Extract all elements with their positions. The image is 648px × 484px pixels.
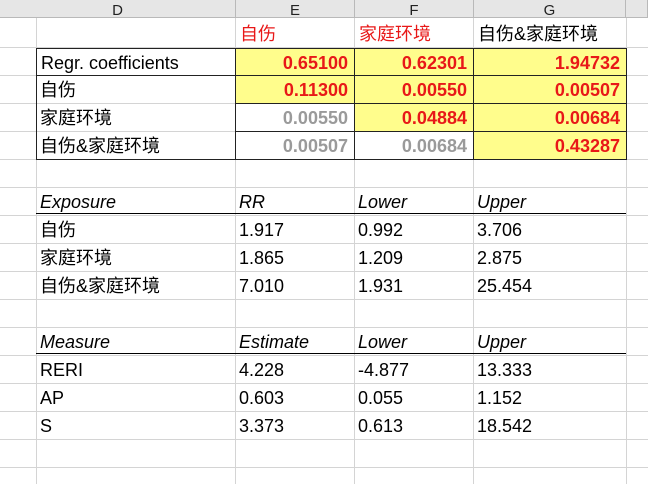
measure-row-label[interactable]: AP [36, 384, 235, 412]
coef-cell[interactable]: 0.00507 [473, 75, 627, 104]
measure-cell[interactable]: 13.333 [473, 356, 626, 384]
measure-header[interactable]: Measure [36, 328, 235, 356]
exposure-cell[interactable]: 1.209 [354, 244, 473, 272]
measure-header[interactable]: Lower [354, 328, 473, 356]
column-header-h[interactable] [626, 0, 648, 18]
measure-row-label[interactable]: S [36, 412, 235, 440]
exposure-row-label[interactable]: 家庭环境 [36, 244, 235, 272]
exposure-cell[interactable]: 25.454 [473, 272, 626, 300]
measure-cell[interactable]: 0.603 [235, 384, 354, 412]
coef-cell[interactable]: 0.00684 [354, 131, 474, 160]
coef-cell[interactable]: 1.94732 [473, 48, 627, 76]
coef-row-label[interactable]: 自伤 [36, 76, 236, 104]
coef-cell[interactable]: 0.00507 [235, 131, 355, 160]
measure-header[interactable]: Estimate [235, 328, 354, 356]
column-header-f[interactable]: F [355, 0, 474, 19]
coef-row-label[interactable]: 家庭环境 [36, 104, 236, 132]
measure-header[interactable]: Upper [473, 328, 626, 356]
measure-cell[interactable]: 4.228 [235, 356, 354, 384]
measure-cell[interactable]: 3.373 [235, 412, 354, 440]
exposure-cell[interactable]: 1.931 [354, 272, 473, 300]
measure-cell[interactable]: 0.613 [354, 412, 473, 440]
coef-cell[interactable]: 0.00550 [354, 75, 474, 104]
coef-row-label[interactable]: Regr. coefficients [36, 48, 236, 76]
exposure-row-label[interactable]: 自伤 [36, 216, 235, 244]
column-header-d[interactable]: D [0, 0, 236, 19]
coef-cell[interactable]: 0.00684 [473, 103, 627, 132]
box-border [36, 159, 236, 160]
exposure-header[interactable]: Exposure [36, 188, 235, 216]
exposure-header[interactable]: RR [235, 188, 354, 216]
measure-cell[interactable]: 0.055 [354, 384, 473, 412]
exposure-cell[interactable]: 0.992 [354, 216, 473, 244]
exposure-header[interactable]: Upper [473, 188, 626, 216]
grid-line [0, 467, 648, 468]
spreadsheet-grid[interactable]: D E F G 自伤 家庭环境 自伤&家庭环境 Regr. coefficien… [0, 0, 648, 484]
measure-row-label[interactable]: RERI [36, 356, 235, 384]
measure-cell[interactable]: -4.877 [354, 356, 473, 384]
coef-header-f[interactable]: 家庭环境 [355, 20, 473, 48]
measure-cell[interactable]: 1.152 [473, 384, 626, 412]
box-border [36, 75, 37, 160]
coef-header-g[interactable]: 自伤&家庭环境 [474, 20, 626, 48]
coef-row-label[interactable]: 自伤&家庭环境 [36, 132, 236, 160]
column-header-e[interactable]: E [236, 0, 355, 19]
header-underline [36, 353, 626, 354]
coef-cell[interactable]: 0.43287 [473, 131, 627, 160]
exposure-cell[interactable]: 1.917 [235, 216, 354, 244]
coef-cell[interactable]: 0.65100 [235, 48, 355, 76]
coef-cell[interactable]: 0.00550 [235, 103, 355, 132]
column-header-g[interactable]: G [474, 0, 626, 19]
exposure-cell[interactable]: 1.865 [235, 244, 354, 272]
column-label: F [409, 2, 419, 19]
exposure-cell[interactable]: 2.875 [473, 244, 626, 272]
header-underline [36, 213, 626, 214]
exposure-cell[interactable]: 7.010 [235, 272, 354, 300]
column-label: D [112, 2, 123, 19]
measure-cell[interactable]: 18.542 [473, 412, 626, 440]
exposure-cell[interactable]: 3.706 [473, 216, 626, 244]
exposure-header[interactable]: Lower [354, 188, 473, 216]
coef-header-e[interactable]: 自伤 [236, 20, 354, 48]
column-label: E [289, 2, 300, 19]
exposure-row-label[interactable]: 自伤&家庭环境 [36, 272, 235, 300]
coef-cell[interactable]: 0.04884 [354, 103, 474, 132]
coef-cell[interactable]: 0.62301 [354, 48, 474, 76]
column-label: G [543, 2, 556, 19]
coef-cell[interactable]: 0.11300 [235, 75, 355, 104]
